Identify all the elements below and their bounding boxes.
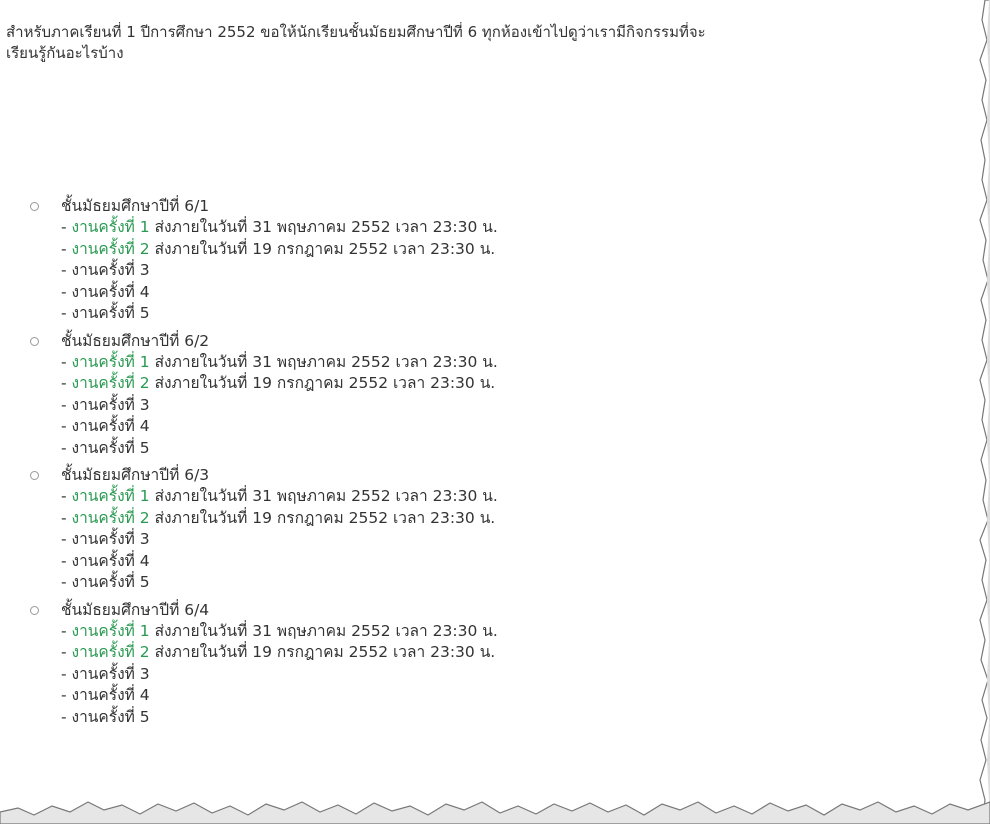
intro-paragraph: สำหรับภาคเรียนที่ 1 ปีการศึกษา 2552 ขอให…	[6, 22, 981, 64]
class-header: ชั้นมัธยมศึกษาปีที่ 6/3	[30, 465, 970, 486]
assignment-link-2[interactable]: งานครั้งที่ 2	[72, 509, 150, 527]
class-title: ชั้นมัธยมศึกษาปีที่ 6/3	[61, 466, 210, 484]
dash: -	[61, 239, 72, 258]
assignment-row: - งานครั้งที่ 5	[30, 572, 970, 594]
assignment-row: - งานครั้งที่ 2 ส่งภายในวันที่ 19 กรกฎาค…	[30, 642, 970, 664]
assignment-link-1[interactable]: งานครั้งที่ 1	[72, 622, 150, 640]
dash: -	[61, 438, 72, 457]
dash: -	[61, 621, 72, 640]
assignment-deadline: ส่งภายในวันที่ 19 กรกฎาคม 2552 เวลา 23:3…	[149, 374, 496, 392]
intro-line-1: สำหรับภาคเรียนที่ 1 ปีการศึกษา 2552 ขอให…	[6, 23, 706, 41]
assignment-row: - งานครั้งที่ 5	[30, 303, 970, 325]
dash: -	[61, 530, 72, 548]
assignment-label-5: งานครั้งที่ 5	[71, 707, 150, 726]
dash: -	[61, 551, 72, 570]
class-block-6-1: ชั้นมัธยมศึกษาปีที่ 6/1 - งานครั้งที่ 1 …	[30, 196, 970, 325]
dash: -	[61, 261, 72, 279]
assignment-deadline: ส่งภายในวันที่ 31 พฤษภาคม 2552 เวลา 23:3…	[149, 621, 498, 640]
assignment-label-3: งานครั้งที่ 3	[71, 530, 150, 548]
torn-edge-right	[979, 0, 990, 824]
dash: -	[61, 573, 72, 591]
circle-bullet-icon	[30, 336, 39, 346]
assignment-row: - งานครั้งที่ 5	[30, 438, 970, 460]
class-header: ชั้นมัธยมศึกษาปีที่ 6/2	[30, 331, 970, 352]
assignment-row: - งานครั้งที่ 5	[30, 707, 970, 729]
assignment-link-1[interactable]: งานครั้งที่ 1	[72, 218, 150, 236]
assignment-row: - งานครั้งที่ 1 ส่งภายในวันที่ 31 พฤษภาค…	[30, 217, 970, 239]
dash: -	[61, 643, 72, 661]
dash: -	[61, 508, 72, 527]
assignment-row: - งานครั้งที่ 3	[30, 395, 970, 417]
circle-bullet-icon	[30, 471, 39, 480]
assignment-label-5: งานครั้งที่ 5	[71, 304, 150, 322]
assignment-label-5: งานครั้งที่ 5	[71, 573, 150, 591]
assignment-deadline: ส่งภายในวันที่ 31 พฤษภาคม 2552 เวลา 23:3…	[149, 352, 498, 371]
class-title: ชั้นมัธยมศึกษาปีที่ 6/1	[61, 197, 210, 215]
dash: -	[61, 686, 72, 704]
assignment-label-4: งานครั้งที่ 4	[71, 551, 150, 570]
dash: -	[61, 218, 72, 236]
dash: -	[61, 417, 72, 435]
dash: -	[61, 352, 72, 371]
assignment-row: - งานครั้งที่ 3	[30, 529, 970, 551]
class-title: ชั้นมัธยมศึกษาปีที่ 6/2	[61, 331, 210, 350]
assignment-row: - งานครั้งที่ 2 ส่งภายในวันที่ 19 กรกฎาค…	[30, 239, 970, 261]
assignment-label-3: งานครั้งที่ 3	[71, 664, 150, 683]
circle-bullet-icon	[30, 202, 39, 211]
dash: -	[61, 374, 72, 392]
assignment-label-4: งานครั้งที่ 4	[71, 282, 150, 301]
assignment-row: - งานครั้งที่ 1 ส่งภายในวันที่ 31 พฤษภาค…	[30, 486, 970, 508]
intro-line-2: เรียนรู้กันอะไรบ้าง	[6, 44, 124, 62]
assignment-link-1[interactable]: งานครั้งที่ 1	[72, 487, 150, 505]
class-header: ชั้นมัธยมศึกษาปีที่ 6/4	[30, 600, 970, 621]
assignment-row: - งานครั้งที่ 4	[30, 551, 970, 573]
assignment-link-2[interactable]: งานครั้งที่ 2	[72, 374, 150, 392]
assignment-row: - งานครั้งที่ 4	[30, 685, 970, 707]
assignment-row: - งานครั้งที่ 3	[30, 260, 970, 282]
assignment-row: - งานครั้งที่ 2 ส่งภายในวันที่ 19 กรกฎาค…	[30, 373, 970, 395]
dash: -	[61, 282, 72, 301]
assignment-row: - งานครั้งที่ 1 ส่งภายในวันที่ 31 พฤษภาค…	[30, 352, 970, 374]
class-list: ชั้นมัธยมศึกษาปีที่ 6/1 - งานครั้งที่ 1 …	[30, 196, 970, 734]
dash: -	[61, 664, 72, 683]
assignment-label-4: งานครั้งที่ 4	[71, 686, 150, 704]
assignment-link-1[interactable]: งานครั้งที่ 1	[72, 353, 150, 371]
class-block-6-4: ชั้นมัธยมศึกษาปีที่ 6/4 - งานครั้งที่ 1 …	[30, 600, 970, 729]
class-block-6-3: ชั้นมัธยมศึกษาปีที่ 6/3 - งานครั้งที่ 1 …	[30, 465, 970, 594]
page: สำหรับภาคเรียนที่ 1 ปีการศึกษา 2552 ขอให…	[0, 0, 990, 824]
assignment-deadline: ส่งภายในวันที่ 19 กรกฎาคม 2552 เวลา 23:3…	[149, 643, 496, 661]
assignment-row: - งานครั้งที่ 3	[30, 664, 970, 686]
assignment-label-5: งานครั้งที่ 5	[71, 438, 150, 457]
class-header: ชั้นมัธยมศึกษาปีที่ 6/1	[30, 196, 970, 217]
dash: -	[61, 707, 72, 726]
assignment-deadline: ส่งภายในวันที่ 31 พฤษภาคม 2552 เวลา 23:3…	[149, 218, 498, 236]
assignment-row: - งานครั้งที่ 4	[30, 416, 970, 438]
assignment-deadline: ส่งภายในวันที่ 31 พฤษภาคม 2552 เวลา 23:3…	[149, 487, 498, 505]
class-block-6-2: ชั้นมัธยมศึกษาปีที่ 6/2 - งานครั้งที่ 1 …	[30, 331, 970, 460]
dash: -	[61, 487, 72, 505]
dash: -	[61, 304, 72, 322]
assignment-label-3: งานครั้งที่ 3	[71, 395, 150, 414]
assignment-link-2[interactable]: งานครั้งที่ 2	[72, 643, 150, 661]
assignment-row: - งานครั้งที่ 4	[30, 282, 970, 304]
circle-bullet-icon	[30, 605, 39, 615]
assignment-deadline: ส่งภายในวันที่ 19 กรกฎาคม 2552 เวลา 23:3…	[149, 508, 496, 527]
assignment-link-2[interactable]: งานครั้งที่ 2	[72, 240, 150, 258]
assignment-deadline: ส่งภายในวันที่ 19 กรกฎาคม 2552 เวลา 23:3…	[149, 239, 496, 258]
assignment-label-3: งานครั้งที่ 3	[71, 261, 150, 279]
assignment-label-4: งานครั้งที่ 4	[71, 417, 150, 435]
dash: -	[61, 395, 72, 414]
class-title: ชั้นมัธยมศึกษาปีที่ 6/4	[61, 600, 210, 619]
torn-edge-bottom	[0, 801, 990, 824]
assignment-row: - งานครั้งที่ 2 ส่งภายในวันที่ 19 กรกฎาค…	[30, 508, 970, 530]
assignment-row: - งานครั้งที่ 1 ส่งภายในวันที่ 31 พฤษภาค…	[30, 621, 970, 643]
